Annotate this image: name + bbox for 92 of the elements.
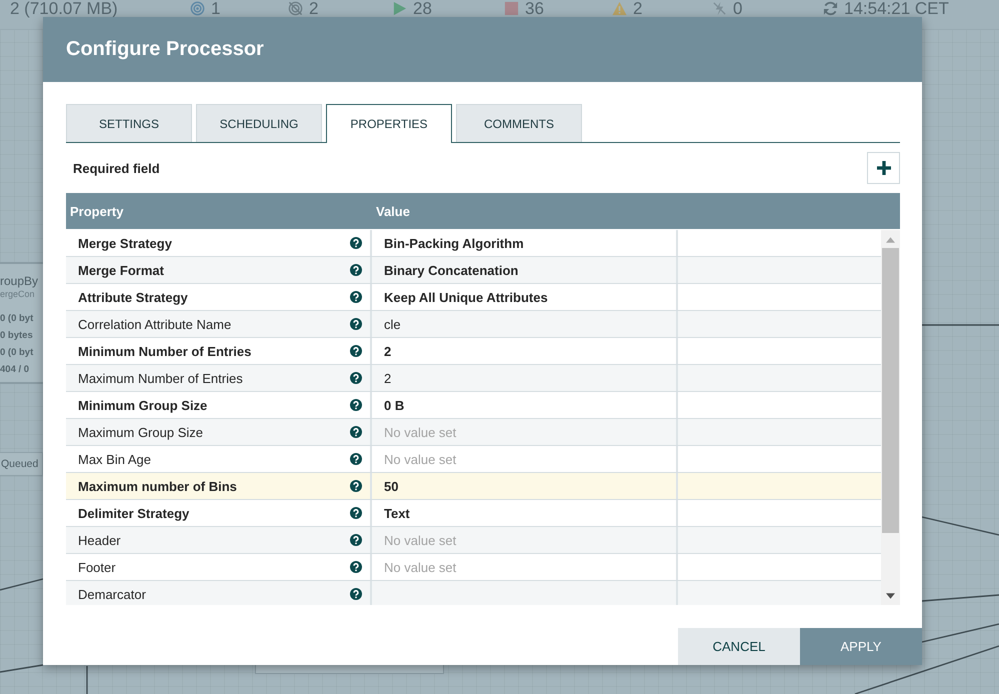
processor-name: roupBy [0,274,40,288]
tab[interactable]: COMMENTS [456,104,582,142]
status-text: 2 [309,0,318,17]
property-value: No value set [384,424,456,440]
scrollbar-thumb[interactable] [882,248,899,533]
property-value: No value set [384,560,456,574]
help-icon[interactable] [350,399,362,411]
property-row[interactable]: Demarcator [66,581,881,605]
crossed-bullseye-icon [288,1,303,16]
property-name: Maximum Group Size [78,424,203,440]
property-name: Minimum Number of Entries [78,344,252,358]
property-row[interactable]: Delimiter Strategy Text [66,500,881,527]
processor-stat: 0 (0 byt [0,346,34,360]
property-name: Maximum number of Bins [78,478,237,494]
property-name: Minimum Group Size [78,398,208,412]
queue-label: Queued [0,452,43,476]
help-icon[interactable] [350,264,362,276]
property-value: Text [384,506,410,520]
scroll-down-icon[interactable] [886,593,895,599]
help-icon[interactable] [350,561,362,573]
property-value: cle [384,316,401,332]
tab[interactable]: SETTINGS [66,104,192,142]
property-row[interactable]: Maximum Group Size No value set [66,419,881,446]
help-icon[interactable] [350,345,362,357]
bullseye-icon [190,1,205,16]
property-row[interactable]: Attribute Strategy Keep All Unique Attributes [66,284,881,311]
status-text: 0 [733,0,742,17]
property-value: Binary Concatenation [384,262,518,278]
connection-line [0,578,44,591]
processor-stat: 0 (0 byt [0,312,34,326]
property-value: Bin-Packing Algorithm [384,236,524,250]
property-row[interactable]: Maximum Number of Entries 2 [66,365,881,392]
property-row[interactable]: Footer No value set [66,554,881,581]
status-text: 28 [413,0,432,17]
help-icon[interactable] [350,453,362,465]
column-header: Property [69,204,124,218]
property-name: Correlation Attribute Name [78,316,232,332]
required-field-label: Required field [72,160,160,176]
scrollbar-track[interactable] [881,230,900,605]
property-row[interactable]: Maximum number of Bins 50 [66,473,881,500]
status-text: 1 [211,0,220,17]
processor-type: ergeCon [0,288,36,300]
property-name: Footer [78,560,116,574]
property-value: 2 [384,370,392,386]
property-row[interactable]: Merge Format Binary Concatenation [66,257,881,284]
add-property-button[interactable] [867,152,900,184]
property-name: Header [78,532,121,548]
property-value: 2 [384,344,392,358]
help-icon[interactable] [350,588,362,600]
connection-line [86,666,88,694]
column-header: Value [375,204,411,218]
help-icon[interactable] [350,534,362,546]
refresh-icon [823,1,838,16]
property-row[interactable]: Header No value set [66,527,881,554]
property-name: Merge Strategy [78,236,172,250]
cancel-button[interactable]: CANCEL [678,628,800,665]
processor-stat: 0 bytes [0,329,34,343]
help-icon[interactable] [350,318,362,330]
help-icon[interactable] [350,480,362,492]
property-value: Keep All Unique Attributes [384,290,548,304]
property-value: 0 B [384,398,404,412]
status-text: 36 [525,0,544,17]
property-value: No value set [384,452,456,466]
property-name: Maximum Number of Entries [78,370,243,386]
status-text: 2 [633,0,642,17]
property-row[interactable]: Minimum Number of Entries 2 [66,338,881,365]
help-icon[interactable] [350,237,362,249]
property-row[interactable]: Correlation Attribute Name cle [66,311,881,338]
tab[interactable]: PROPERTIES [326,104,452,143]
status-text: 2 (710.07 MB) [10,0,118,17]
plus-icon [876,161,890,175]
connection-line [0,664,44,673]
property-name: Demarcator [78,586,146,602]
property-row[interactable]: Merge Strategy Bin-Packing Algorithm [66,230,881,257]
property-name: Delimiter Strategy [78,506,190,520]
help-icon[interactable] [350,291,362,303]
property-row[interactable]: Max Bin Age No value set [66,446,881,473]
property-name: Max Bin Age [78,452,151,466]
help-icon[interactable] [350,507,362,519]
property-name: Attribute Strategy [78,290,188,304]
property-value: No value set [384,532,456,548]
status-text: 14:54:21 CET [844,0,949,17]
property-value: 50 [384,478,398,494]
help-icon[interactable] [350,372,362,384]
property-row[interactable]: Minimum Group Size 0 B [66,392,881,419]
property-name: Merge Format [78,262,164,278]
dialog-title: Configure Processor [66,38,264,61]
processor-stat: 404 / 0 [0,363,30,377]
stop-icon [504,1,519,16]
help-icon[interactable] [350,426,362,438]
crossed-bolt-icon [712,1,727,16]
tab[interactable]: SCHEDULING [196,104,322,142]
